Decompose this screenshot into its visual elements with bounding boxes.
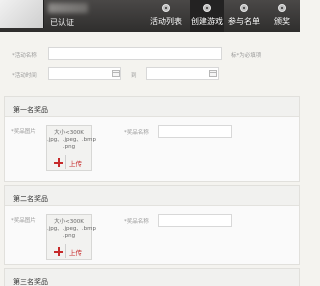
prize-section-third: 第三名奖品 bbox=[4, 268, 300, 286]
prize-header: 第一名奖品 bbox=[5, 97, 299, 117]
nav-dot-icon bbox=[240, 4, 248, 12]
upload-hint: 大小<300K .jpg、.jpeg、.bmp .png bbox=[47, 130, 96, 150]
prize-section-second: 第二名奖品 *奖品图片 大小<300K .jpg、.jpeg、.bmp .png… bbox=[4, 185, 300, 265]
nav-activity-list[interactable]: 活动列表 bbox=[142, 0, 190, 32]
verified-label: 已认证 bbox=[50, 18, 74, 27]
to-label: 到 bbox=[131, 73, 137, 79]
activity-name-label: *活动名称 bbox=[12, 53, 37, 59]
prize-title: 第三名奖品 bbox=[13, 278, 48, 286]
prize-image-label: *奖品图片 bbox=[11, 129, 36, 135]
start-date-input[interactable] bbox=[48, 67, 121, 80]
prize-section-first: 第一名奖品 *奖品图片 大小<300K .jpg、.jpeg、.bmp .png… bbox=[4, 96, 300, 182]
prize-title: 第二名奖品 bbox=[13, 195, 48, 203]
prize-name-label: *奖品名称 bbox=[124, 130, 149, 136]
divider bbox=[65, 244, 66, 258]
nav-dot-icon bbox=[203, 4, 211, 12]
divider bbox=[65, 155, 66, 169]
prize-name-input[interactable] bbox=[158, 214, 232, 227]
image-upload-box[interactable]: 大小<300K .jpg、.jpeg、.bmp .png 上传 bbox=[46, 125, 96, 171]
upload-hint: 大小<300K .jpg、.jpeg、.bmp .png bbox=[47, 219, 96, 239]
prize-title: 第一名奖品 bbox=[13, 106, 48, 114]
required-hint: 标*为必填项 bbox=[231, 53, 262, 59]
nav-create-game[interactable]: 创建游戏 bbox=[190, 0, 224, 32]
upload-button-label: 上传 bbox=[69, 160, 82, 168]
activity-time-label: *活动时间 bbox=[12, 73, 37, 79]
nav-dot-icon bbox=[162, 4, 170, 12]
plus-icon bbox=[54, 158, 63, 167]
nav-awards[interactable]: 颁奖 bbox=[266, 0, 298, 32]
image-upload-box[interactable]: 大小<300K .jpg、.jpeg、.bmp .png 上传 bbox=[46, 214, 96, 260]
nav-participants[interactable]: 参与名单 bbox=[225, 0, 263, 32]
prize-header: 第二名奖品 bbox=[5, 186, 299, 206]
activity-name-input[interactable] bbox=[48, 47, 222, 60]
username-blurred bbox=[48, 3, 88, 13]
nav-dot-icon bbox=[278, 4, 286, 12]
activity-form: *活动名称 标*为必填项 *活动时间 到 bbox=[0, 40, 300, 90]
prize-image-label: *奖品图片 bbox=[11, 218, 36, 224]
avatar[interactable] bbox=[0, 0, 44, 28]
prize-name-label: *奖品名称 bbox=[124, 219, 149, 225]
calendar-icon[interactable] bbox=[209, 70, 217, 77]
end-date-input[interactable] bbox=[146, 67, 219, 80]
upload-button-label: 上传 bbox=[69, 249, 82, 257]
prize-header: 第三名奖品 bbox=[5, 269, 299, 286]
plus-icon bbox=[54, 247, 63, 256]
top-header: 已认证 活动列表 创建游戏 参与名单 颁奖 bbox=[0, 0, 300, 32]
prize-name-input[interactable] bbox=[158, 125, 232, 138]
calendar-icon[interactable] bbox=[112, 70, 120, 77]
